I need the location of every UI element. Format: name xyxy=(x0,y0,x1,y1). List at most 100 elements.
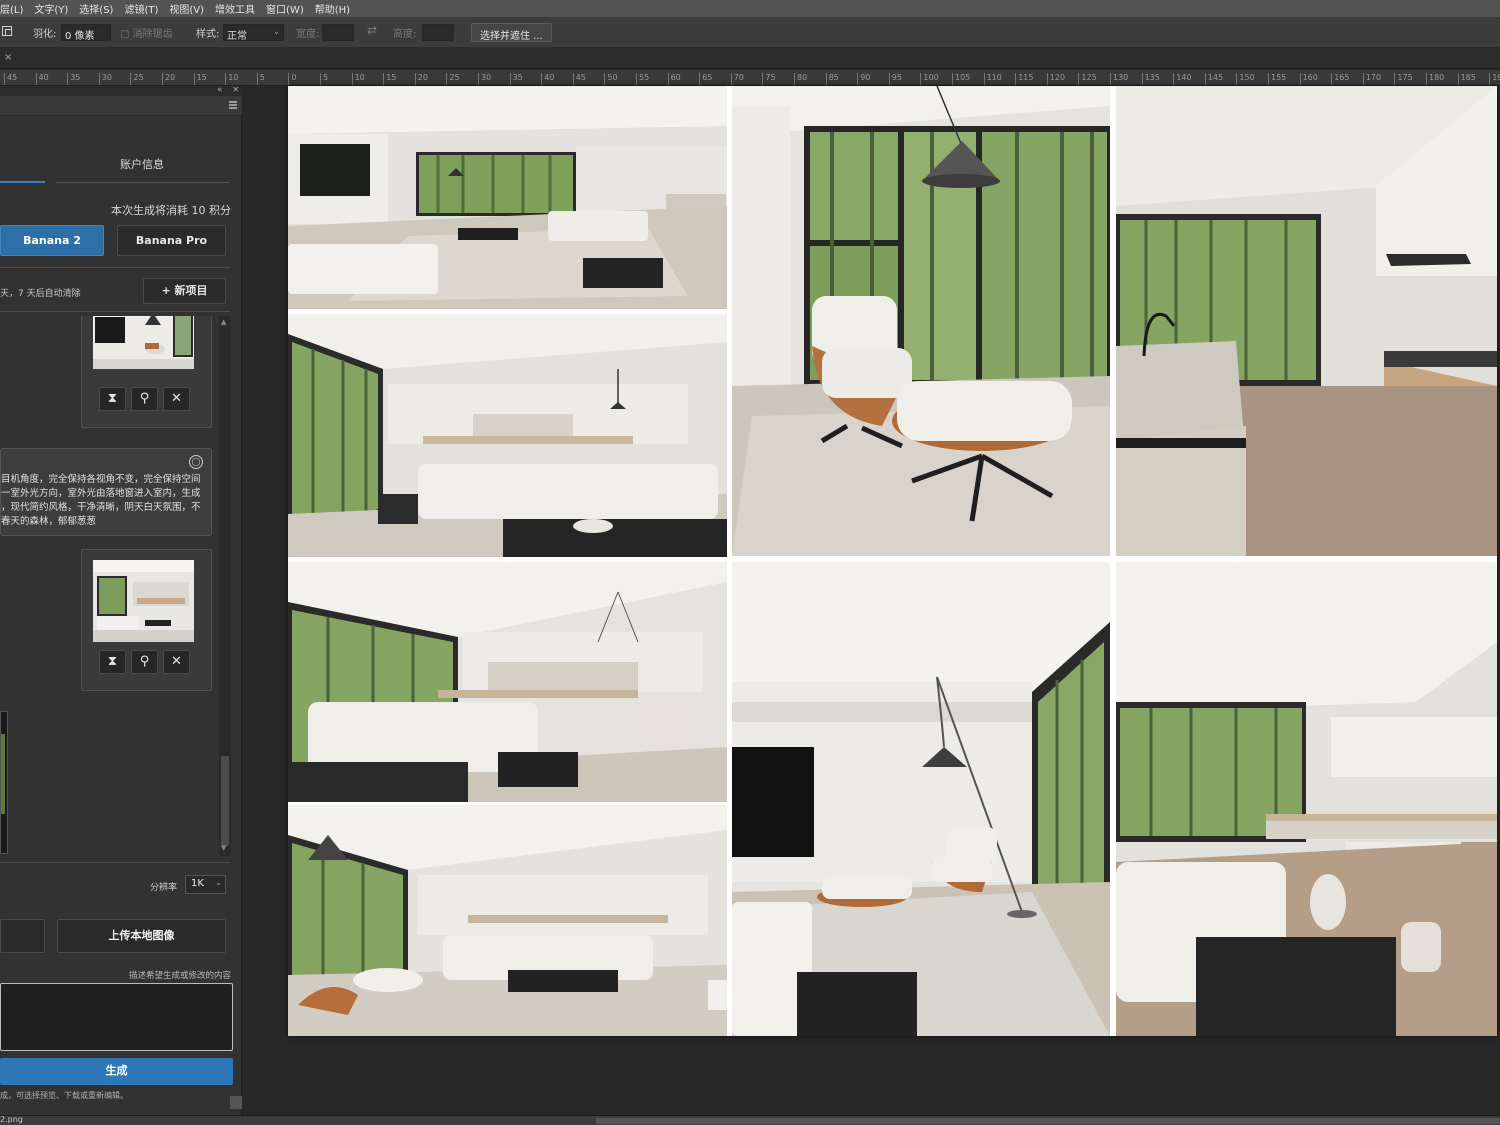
history-scrollbar[interactable]: ▲ ▼ xyxy=(219,316,231,856)
menu-type[interactable]: 文字(Y) xyxy=(34,1,68,16)
tab-underline xyxy=(56,182,230,183)
ruler-tick: 40 xyxy=(35,73,49,85)
height-input[interactable] xyxy=(422,24,454,41)
ruler-tick: 170 xyxy=(1362,73,1381,85)
tab-account-info[interactable]: 账户信息 xyxy=(56,156,228,172)
horizontal-ruler: 45 40 35 30 25 20 15 10 5 0 5 10 15 20 25 30 35 40 45 50 55 6… xyxy=(0,70,1500,86)
selection-mode-icon[interactable] xyxy=(2,26,12,36)
ruler-tick: 165 xyxy=(1331,73,1349,85)
menu-plugins[interactable]: 增效工具 xyxy=(215,1,255,16)
ruler-tick: 100 xyxy=(920,73,939,85)
ruler-tick: 130 xyxy=(1110,73,1128,85)
divider xyxy=(0,311,230,312)
result-thumbnail[interactable] xyxy=(0,711,8,854)
panel-header: « × xyxy=(0,85,242,96)
zoom-icon[interactable]: ⚲ xyxy=(131,650,158,674)
ruler-tick: 25 xyxy=(446,73,460,85)
panel-scrollbar[interactable] xyxy=(230,1096,242,1109)
delete-icon[interactable]: ✕ xyxy=(163,387,190,411)
hint-text: 成，可选择预览、下载或重新编辑。 xyxy=(0,1091,128,1100)
ruler-tick: 65 xyxy=(699,73,712,85)
ruler-tick: 155 xyxy=(1268,73,1286,85)
ruler-tick: 160 xyxy=(1299,73,1318,85)
document-canvas[interactable] xyxy=(288,86,1497,1036)
menu-filter[interactable]: 滤镜(T) xyxy=(124,1,158,16)
secondary-button[interactable] xyxy=(0,919,45,953)
scroll-down-icon[interactable]: ▼ xyxy=(221,844,226,852)
render-photo-living-sofa xyxy=(288,314,727,557)
width-input[interactable] xyxy=(322,24,354,41)
ruler-tick: 115 xyxy=(1015,73,1033,85)
swap-icon[interactable]: ⇄ xyxy=(367,23,377,37)
active-tab-indicator xyxy=(0,181,45,183)
ruler-tick: 90 xyxy=(857,73,870,85)
zoom-icon[interactable]: ⚲ xyxy=(131,387,158,411)
resolution-value: 1K xyxy=(191,878,204,889)
ruler-tick: 50 xyxy=(604,73,618,85)
ruler-tick: 10 xyxy=(351,73,365,85)
prompt-history-card[interactable]: ◯ 目机角度，完全保持各视角不变，完全保持空间 一室外光方向，室外光由落地窗进入… xyxy=(0,448,212,536)
ruler-tick: 80 xyxy=(794,73,807,85)
ruler-tick: 85 xyxy=(825,73,839,85)
scrollbar-thumb[interactable] xyxy=(221,756,229,846)
canvas-area[interactable] xyxy=(243,86,1500,1115)
antialias-checkbox[interactable]: ▢ 消除锯齿 xyxy=(120,25,173,40)
chevron-down-icon: ⌄ xyxy=(215,878,222,887)
generated-thumbnail[interactable] xyxy=(93,560,194,642)
upload-local-image-button[interactable]: 上传本地图像 xyxy=(57,919,226,953)
collapse-icon[interactable]: « xyxy=(217,85,223,95)
ruler-tick: 75 xyxy=(762,73,776,85)
ruler-tick: 20 xyxy=(414,73,428,85)
close-icon[interactable]: × xyxy=(4,52,12,63)
prompt-history-text: 目机角度，完全保持各视角不变，完全保持空间 一室外光方向，室外光由落地窗进入室内… xyxy=(1,474,201,527)
chevron-down-icon: ⌄ xyxy=(273,27,280,36)
status-bar: 2.png xyxy=(0,1115,1500,1125)
panel-tab-strip xyxy=(0,96,242,116)
scroll-up-icon[interactable]: ▲ xyxy=(221,318,226,326)
reference-thumbnail[interactable] xyxy=(93,316,194,369)
ruler-tick: 0 xyxy=(288,73,296,85)
ruler-tick: 40 xyxy=(541,73,554,85)
resolution-label: 分辨率 xyxy=(150,883,178,893)
feather-input[interactable]: 0 像素 xyxy=(61,24,111,42)
horizontal-scrollbar[interactable] xyxy=(596,1118,1500,1124)
delete-icon[interactable]: ✕ xyxy=(163,650,190,674)
menu-layer[interactable]: 层(L) xyxy=(0,1,23,16)
menu-help[interactable]: 帮助(H) xyxy=(315,1,350,16)
prompt-input[interactable] xyxy=(0,983,233,1051)
height-label: 高度: xyxy=(393,29,417,40)
ruler-tick: 5 xyxy=(256,73,265,85)
ai-generate-panel: « × 账户信息 本次生成将消耗 10 积分 Banana 2 Banana P… xyxy=(0,85,242,1115)
copy-icon[interactable]: ◯ xyxy=(189,455,203,469)
describe-label: 描述希望生成或修改的内容 xyxy=(128,971,231,981)
generated-image-card: ⧗ ⚲ ✕ xyxy=(81,549,212,691)
ruler-tick: 45 xyxy=(4,73,17,85)
render-photo-lamp-chair xyxy=(732,562,1110,1036)
ruler-tick: 70 xyxy=(730,73,744,85)
panel-menu-icon[interactable] xyxy=(229,101,237,109)
ruler-tick: 35 xyxy=(509,73,523,85)
ruler-tick: 135 xyxy=(1141,73,1160,85)
ruler-tick: 120 xyxy=(1046,73,1065,85)
feather-label: 羽化: xyxy=(33,29,57,40)
ruler-tick: 180 xyxy=(1426,73,1444,85)
history-list[interactable]: ⧗ ⚲ ✕ ◯ 目机角度，完全保持各视角不变，完全保持空间 一室外光方向，室外光… xyxy=(0,316,232,856)
generate-button[interactable]: 生成 xyxy=(0,1058,233,1085)
style-select[interactable]: 正常 ⌄ xyxy=(223,24,284,42)
menu-bar: 层(L) 文字(Y) 选择(S) 滤镜(T) 视图(V) 增效工具 窗口(W) … xyxy=(0,0,1500,17)
resolution-select[interactable]: 1K ⌄ xyxy=(185,875,226,894)
close-panel-icon[interactable]: × xyxy=(232,85,240,95)
model-banana-pro-button[interactable]: Banana Pro xyxy=(117,225,226,256)
new-project-button[interactable]: + 新项目 xyxy=(143,278,226,304)
layers-icon[interactable]: ⧗ xyxy=(99,650,126,674)
layers-icon[interactable]: ⧗ xyxy=(99,387,126,411)
ruler-tick: 140 xyxy=(1173,73,1191,85)
menu-window[interactable]: 窗口(W) xyxy=(266,1,304,16)
ruler-tick: 105 xyxy=(952,73,970,85)
ruler-tick: 25 xyxy=(130,73,144,85)
menu-select[interactable]: 选择(S) xyxy=(79,1,113,16)
ruler-tick: 30 xyxy=(98,73,112,85)
menu-view[interactable]: 视图(V) xyxy=(169,1,204,16)
select-and-mask-button[interactable]: 选择并遮住 ... xyxy=(471,23,552,42)
model-banana-2-button[interactable]: Banana 2 xyxy=(0,225,104,256)
